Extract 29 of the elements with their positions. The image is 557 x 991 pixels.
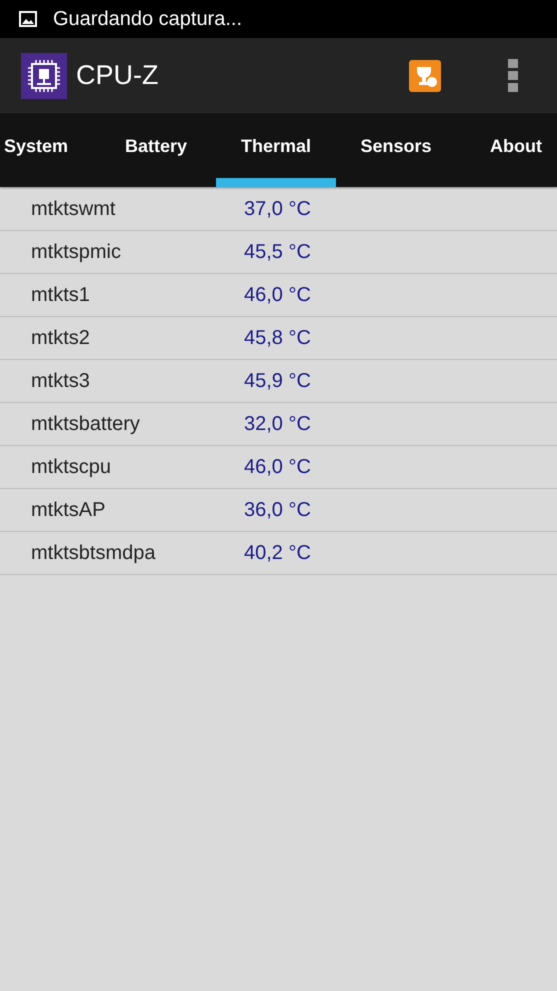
sensor-name: mtktsbtsmdpa	[30, 542, 156, 564]
tab[interactable]: System	[0, 113, 96, 187]
sensor-name: mtktsAP	[30, 498, 106, 522]
temperature-value: 40,2 °C	[244, 542, 311, 564]
sensor-name: mtktscpu	[30, 456, 112, 478]
temperature-value: 45,9 °C	[244, 370, 311, 392]
tab[interactable]: Thermal	[216, 113, 336, 187]
sensor-name: mtkts1	[30, 284, 91, 306]
temperature-value: 36,0 °C	[244, 498, 311, 522]
tab[interactable]: About	[456, 113, 557, 187]
chip-icon	[21, 52, 67, 98]
temperature-value: 37,0 °C	[244, 198, 311, 220]
app-title: CPU-Z	[76, 60, 158, 91]
sensor-name: mtktsbattery	[30, 412, 141, 436]
sensor-name: mtkts2	[30, 326, 91, 350]
temperature-value: 46,0 °C	[244, 284, 311, 306]
temperature-value: 45,5 °C	[244, 240, 311, 264]
temperature-value: 45,8 °C	[244, 326, 311, 350]
more-options-icon[interactable]	[508, 58, 518, 92]
tab[interactable]: Battery	[96, 113, 216, 187]
tab[interactable]: Sensors	[336, 113, 456, 187]
image-icon	[19, 11, 37, 27]
temperature-value: 32,0 °C	[244, 412, 311, 436]
notification-text: Guardando captura...	[53, 8, 242, 30]
sensor-name: mtkts3	[30, 370, 91, 392]
sensor-name: mtktspmic	[30, 240, 122, 264]
temperature-value: 46,0 °C	[244, 456, 311, 478]
sensor-name: mtktswmt	[30, 198, 116, 220]
trophy-icon[interactable]	[409, 60, 441, 92]
